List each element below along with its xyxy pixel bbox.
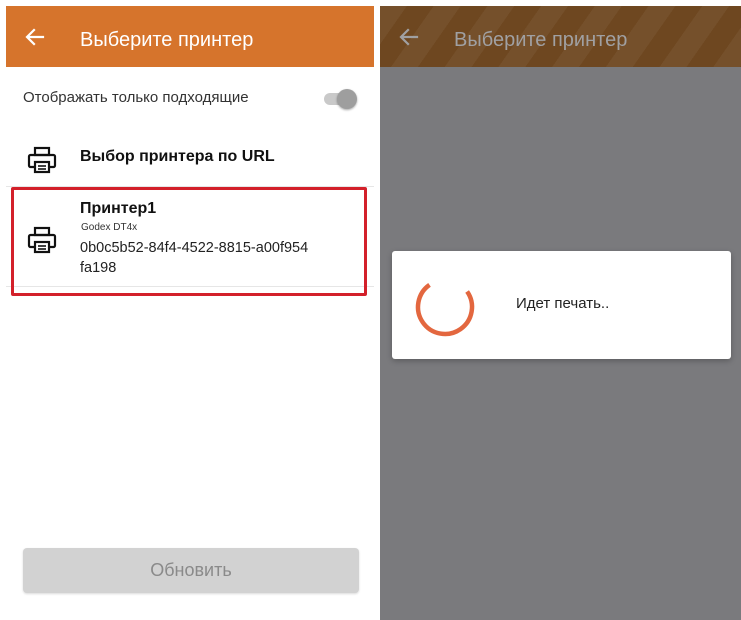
arrow-left-icon [25,28,45,46]
show-suitable-only-switch[interactable] [323,89,357,109]
arrow-left-icon [399,28,419,46]
printer-name: Принтер1 [80,200,157,217]
printer-icon [27,226,57,254]
filter-row: Отображать только подходящие [6,79,374,117]
switch-thumb [337,89,357,109]
printer-icon [27,146,57,174]
app-bar-dimmed: Выберите принтер [380,6,741,67]
list-item-printer1[interactable]: Принтер1 Godex DT4x 0b0c5b52-84f4-4522-8… [6,190,374,287]
printer-id: 0b0c5b52-84f4-4522-8815-a00f954fa198 [80,240,309,276]
list-item-title: Выбор принтера по URL [80,148,275,165]
progress-message: Идет печать.. [516,295,610,312]
page-title-dimmed: Выберите принтер [454,29,628,51]
list-item-printer-by-url[interactable]: Выбор принтера по URL [6,130,374,187]
app-bar: Выберите принтер [6,6,374,67]
filter-label: Отображать только подходящие [23,89,249,106]
printing-progress-screen: Выберите принтер Идет печать.. [380,6,741,620]
printer-selection-screen: Выберите принтер Отображать только подхо… [6,6,374,620]
screenshot-composite: Выберите принтер Отображать только подхо… [0,0,741,620]
printer-model: Godex DT4x [81,222,138,233]
refresh-button[interactable]: Обновить [23,548,359,593]
back-button-dimmed [396,24,422,50]
page-title: Выберите принтер [80,29,254,51]
progress-dialog: Идет печать.. [392,251,731,359]
back-button[interactable] [22,24,48,50]
progress-spinner-icon [415,283,475,337]
